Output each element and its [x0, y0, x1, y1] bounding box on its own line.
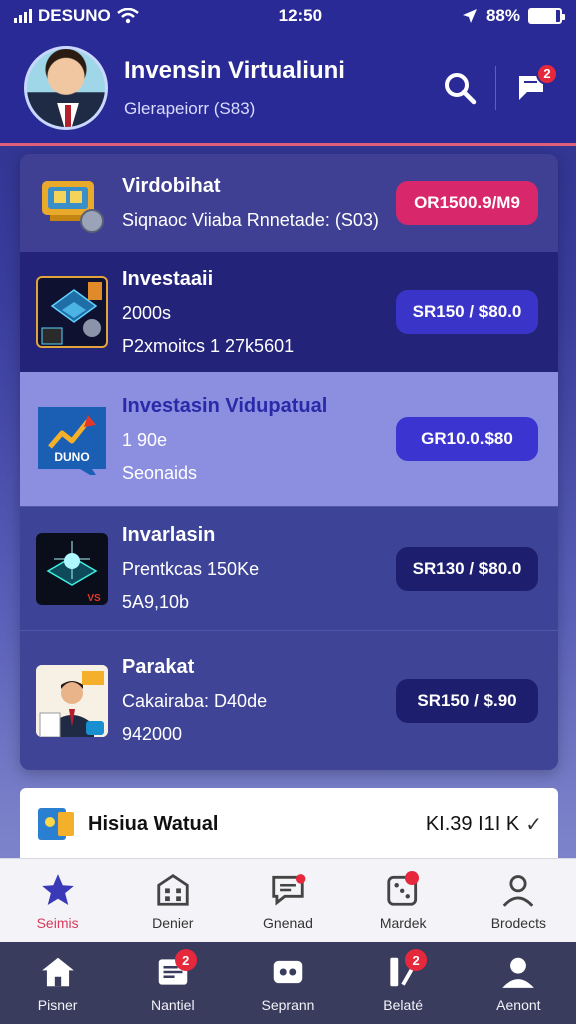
tab-alert-badge — [405, 870, 420, 885]
list-item[interactable]: DUNO Investasin Vidupatual 1 90e Seonaid… — [20, 372, 558, 506]
list-item-info: Virdobihat Siqnaoc Viiaba Rnnetade: (S03… — [122, 175, 396, 231]
price-button[interactable]: SR150 / $80.0 — [396, 290, 538, 334]
nav-badge: 2 — [174, 949, 197, 971]
battery-percent: 88% — [485, 6, 520, 25]
nav-label: Aenont — [496, 997, 541, 1013]
nav-news[interactable]: 2 Nantiel — [123, 949, 223, 1013]
svg-text:VS: VS — [87, 593, 101, 604]
home-icon — [41, 957, 74, 987]
price-button[interactable]: GR10.0.$80 — [396, 417, 538, 461]
category-tabs: Seimis Denier Gnenad Mardek Brodects — [0, 858, 576, 942]
wifi-icon — [116, 8, 139, 24]
tab-denier[interactable]: Denier — [123, 871, 223, 931]
investment-list: Virdobihat Siqnaoc Viiaba Rnnetade: (S03… — [20, 154, 558, 770]
status-left: DESUNO — [14, 6, 139, 26]
chat-icon — [272, 873, 306, 906]
tab-label: Seimis — [36, 914, 79, 931]
item-detail: 2000s — [122, 302, 172, 323]
star-icon — [41, 873, 74, 905]
list-item-info: Investasin Vidupatual 1 90e Seonaids — [122, 395, 396, 484]
tab-seimis[interactable]: Seimis — [8, 871, 108, 931]
item-meta: 942000 — [122, 724, 183, 744]
price-button[interactable]: SR130 / $80.0 — [396, 546, 538, 591]
nav-badge: 2 — [405, 949, 428, 971]
wallet-summary[interactable]: Hisiua Watual KI.39 I1I K ✓ — [20, 788, 558, 860]
list-item[interactable]: Investaaii 2000s P2xmoitcs 1 27k5601 SR1… — [20, 252, 558, 372]
app-header: Invensin Virtualiuni Glerapeiorr (S83) 2 — [0, 32, 576, 146]
tab-brodects[interactable]: Brodects — [468, 871, 568, 931]
avatar[interactable] — [24, 45, 108, 130]
vr-headset-icon — [36, 167, 108, 239]
list-item[interactable]: Parakat Cakairaba: D40de 942000 SR150 / … — [20, 630, 558, 770]
virtual-chip-icon — [36, 276, 108, 348]
bottom-nav: Pisner 2 Nantiel Seprann 2 Belaté Aenont — [0, 942, 576, 1024]
list-item-info: Invarlasin Prentkcas 150Ke 5A9,10b — [122, 524, 396, 613]
page-subtitle: Glerapeiorr (S83) — [124, 98, 256, 118]
tab-label: Brodects — [490, 914, 546, 931]
signal-icon — [14, 9, 32, 23]
item-detail: Cakairaba: D40de — [122, 691, 268, 711]
item-meta: P2xmoitcs 1 27k5601 — [122, 335, 295, 356]
list-item-info: Parakat Cakairaba: D40de 942000 — [122, 656, 396, 745]
account-icon — [502, 957, 535, 988]
item-name: Investaaii — [122, 267, 214, 290]
status-right: 88% — [462, 6, 565, 26]
clock: 12:50 — [278, 6, 323, 25]
tab-gnenad[interactable]: Gnenad — [238, 871, 338, 931]
price-button[interactable]: SR150 / $.90 — [396, 678, 538, 723]
person-icon — [503, 874, 534, 907]
location-icon — [462, 9, 477, 23]
wallet-title: Hisiua Watual — [88, 812, 219, 835]
nav-game[interactable]: Seprann — [238, 953, 338, 1013]
status-bar: DESUNO 12:50 88% — [0, 0, 576, 32]
wallet-amount: KI.39 I1I K — [425, 812, 520, 835]
game-icon — [273, 960, 303, 984]
nav-label: Nantiel — [150, 997, 195, 1013]
wallet-icon — [38, 808, 74, 840]
nav-label: Belaté — [383, 997, 423, 1013]
item-detail: Siqnaoc Viiaba Rnnetade: (S03) — [122, 210, 379, 230]
nav-label: Pisner — [37, 997, 78, 1013]
carrier-label: DESUNO — [38, 6, 111, 25]
svg-text:DUNO: DUNO — [54, 450, 89, 464]
presenter-photo-icon — [36, 664, 108, 737]
list-item-info: Investaaii 2000s P2xmoitcs 1 27k5601 — [122, 268, 396, 357]
check-icon: ✓ — [525, 813, 542, 836]
tab-mardek[interactable]: Mardek — [353, 870, 453, 931]
item-name: Virdobihat — [122, 175, 221, 197]
page-title: Invensin Virtualiuni — [124, 56, 345, 84]
list-item[interactable]: VS Invarlasin Prentkcas 150Ke 5A9,10b SR… — [20, 506, 558, 630]
tab-label: Denier — [152, 914, 194, 931]
tab-label: Mardek — [379, 914, 427, 931]
item-name: Invarlasin — [122, 524, 216, 546]
nav-tools[interactable]: 2 Belaté — [353, 949, 453, 1013]
notification-badge: 2 — [536, 62, 558, 85]
item-meta: Seonaids — [122, 462, 198, 483]
item-name: Investasin Vidupatual — [122, 394, 328, 417]
holo-cube-icon: VS — [36, 532, 108, 605]
tab-label: Gnenad — [263, 914, 313, 931]
list-item[interactable]: Virdobihat Siqnaoc Viiaba Rnnetade: (S03… — [20, 154, 558, 252]
price-button[interactable]: OR1500.9/M9 — [396, 181, 538, 225]
item-meta: 5A9,10b — [122, 592, 190, 612]
building-icon — [157, 873, 189, 906]
nav-account[interactable]: Aenont — [468, 953, 568, 1013]
search-button[interactable] — [439, 67, 481, 109]
battery-icon — [528, 8, 565, 24]
search-icon — [445, 72, 477, 104]
battery-level — [530, 10, 557, 22]
header-actions: 2 — [439, 62, 558, 110]
header-divider — [495, 65, 496, 110]
nav-label: Seprann — [261, 997, 315, 1013]
item-detail: 1 90e — [122, 429, 168, 450]
item-name: Parakat — [122, 656, 195, 678]
notifications-button[interactable]: 2 — [510, 62, 558, 109]
header-text: Invensin Virtualiuni Glerapeiorr (S83) — [124, 57, 439, 119]
nav-home[interactable]: Pisner — [8, 953, 108, 1013]
item-detail: Prentkcas 150Ke — [122, 559, 260, 579]
chart-logo-icon: DUNO — [36, 403, 108, 475]
